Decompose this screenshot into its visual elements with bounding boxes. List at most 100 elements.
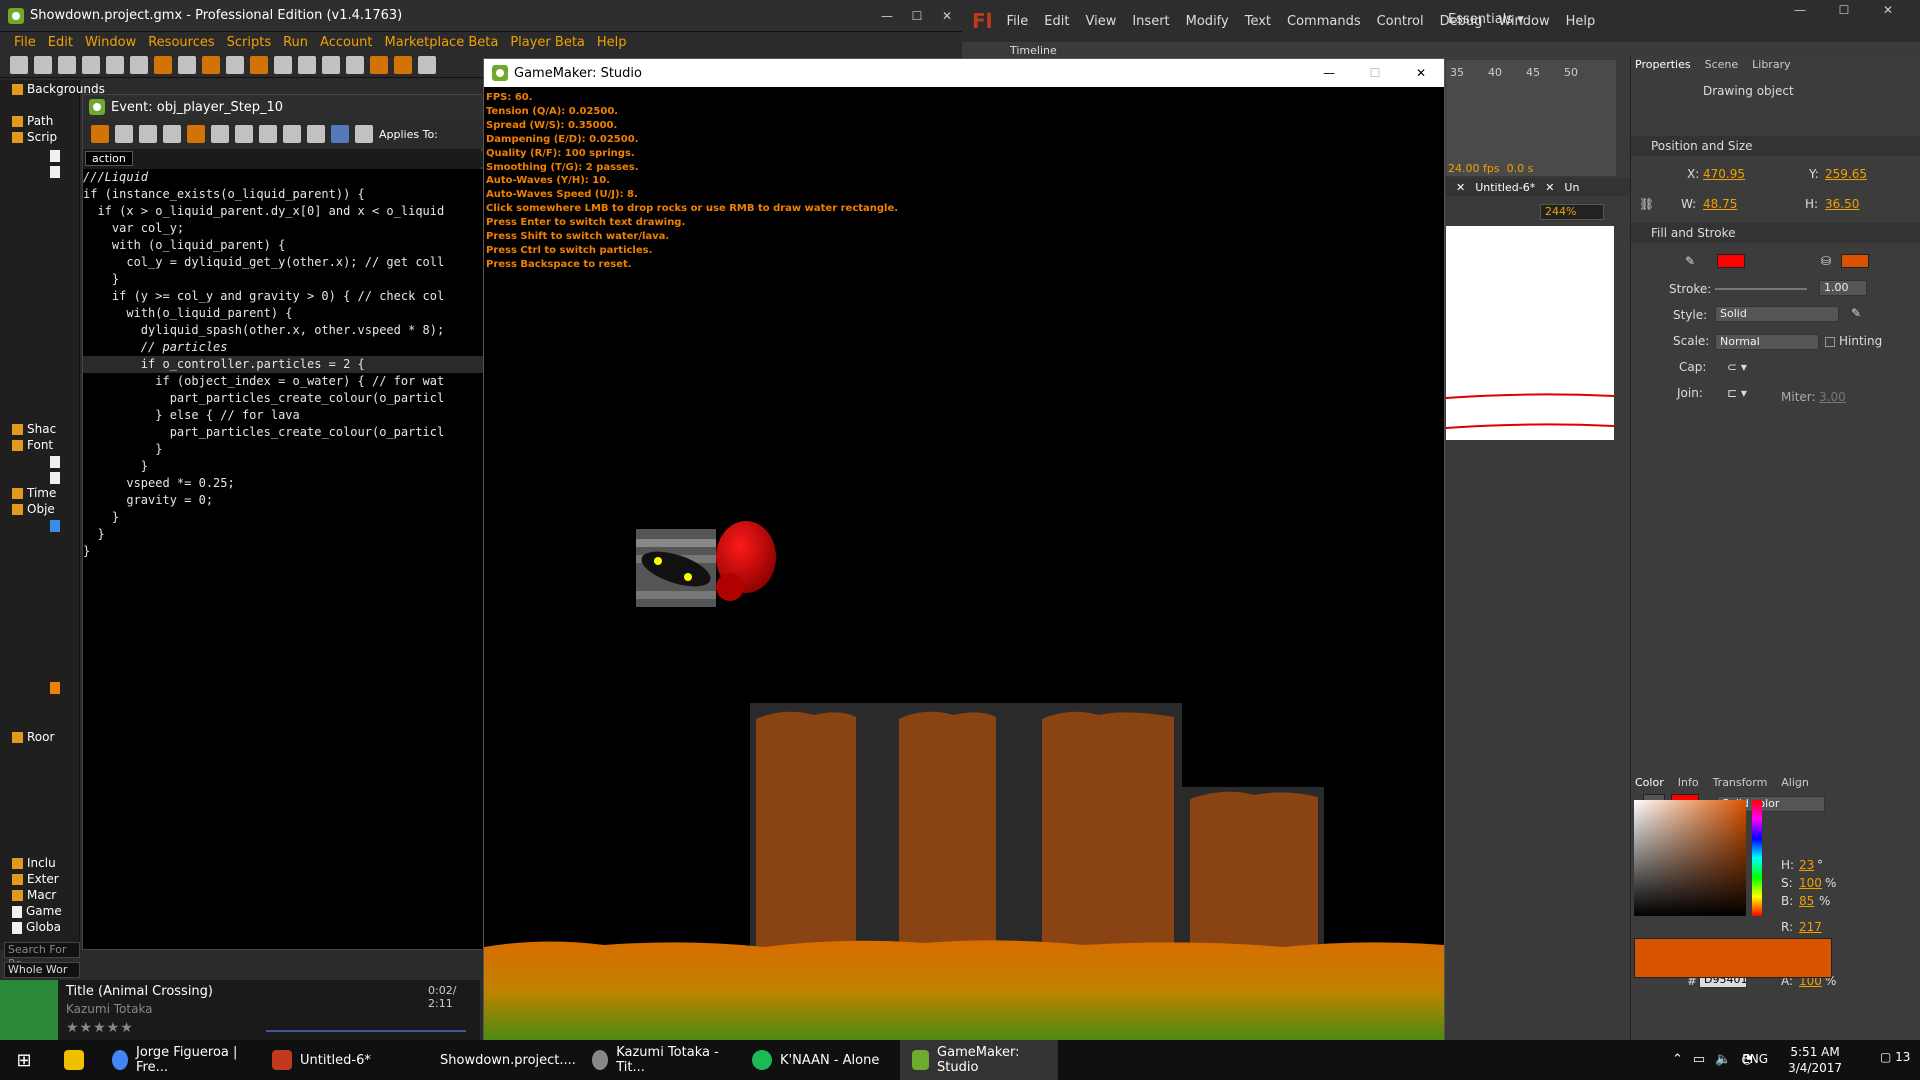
tree-item-selected[interactable] <box>50 518 64 532</box>
fl-menu-insert[interactable]: Insert <box>1132 14 1169 29</box>
flash-stage[interactable] <box>1446 226 1614 440</box>
debug-icon[interactable] <box>130 55 148 74</box>
close-icon[interactable]: ✕ <box>1398 59 1444 87</box>
fill-stroke-section[interactable]: Fill and Stroke <box>1631 223 1920 243</box>
run-icon[interactable] <box>106 55 124 74</box>
close-icon[interactable]: ✕ <box>1866 0 1910 20</box>
tree-objects[interactable]: Obje <box>12 502 55 516</box>
tab-action[interactable]: action <box>85 151 133 166</box>
menu-resources[interactable]: Resources <box>148 35 214 50</box>
tree-macros[interactable]: Macr <box>12 888 56 902</box>
tab-properties[interactable]: Properties <box>1635 58 1691 71</box>
clean-icon[interactable] <box>178 55 196 74</box>
x-value[interactable]: 470.95 <box>1703 167 1745 181</box>
clock[interactable]: 5:51 AM 3/4/2017 <box>1788 1044 1842 1076</box>
h-value[interactable]: 36.50 <box>1825 197 1859 211</box>
menu-edit[interactable]: Edit <box>48 35 73 50</box>
fl-menu-edit[interactable]: Edit <box>1044 14 1069 29</box>
close-icon[interactable]: ✕ <box>1456 181 1465 194</box>
print-icon[interactable] <box>163 125 181 143</box>
close-icon[interactable]: ✕ <box>1545 181 1554 194</box>
tab-color[interactable]: Color <box>1635 776 1664 789</box>
taskbar-item-gamemaker-project[interactable]: Showdown.project.... <box>420 1040 578 1080</box>
fl-menu-modify[interactable]: Modify <box>1186 14 1229 29</box>
copy-icon[interactable] <box>259 125 277 143</box>
track-progress-bar[interactable] <box>266 1030 466 1032</box>
cut-icon[interactable] <box>235 125 253 143</box>
taskbar-item-gamemaker-studio[interactable]: GameMaker: Studio <box>900 1040 1058 1080</box>
fl-menu-file[interactable]: File <box>1007 14 1029 29</box>
stroke-slider[interactable] <box>1715 288 1807 290</box>
menu-scripts[interactable]: Scripts <box>227 35 271 50</box>
menu-file[interactable]: File <box>14 35 36 50</box>
language-indicator[interactable]: ENG <box>1742 1052 1768 1066</box>
tree-global[interactable]: Globa <box>12 920 61 934</box>
tree-extensions[interactable]: Exter <box>12 872 59 886</box>
sat-value[interactable]: 100 <box>1799 876 1822 890</box>
sprite-icon[interactable] <box>202 55 220 74</box>
fl-menu-control[interactable]: Control <box>1377 14 1424 29</box>
open-icon[interactable] <box>115 125 133 143</box>
save-icon[interactable] <box>139 125 157 143</box>
fl-menu-commands[interactable]: Commands <box>1287 14 1361 29</box>
tree-item[interactable] <box>50 680 64 694</box>
redo-icon[interactable] <box>211 125 229 143</box>
hue-slider[interactable] <box>1752 800 1762 916</box>
minimize-icon[interactable]: — <box>872 0 902 32</box>
tab-library[interactable]: Library <box>1752 58 1790 71</box>
find-icon[interactable] <box>307 125 325 143</box>
action-center-button[interactable]: ▢ 13 <box>1880 1050 1910 1064</box>
color-picker-field[interactable] <box>1634 800 1746 916</box>
tree-fonts[interactable]: Font <box>12 438 53 452</box>
r-value[interactable]: 217 <box>1799 920 1822 934</box>
fill-color-swatch[interactable] <box>1841 254 1869 268</box>
file-explorer-button[interactable] <box>50 1040 98 1080</box>
taskbar-item-flash[interactable]: Untitled-6* <box>260 1040 418 1080</box>
maximize-icon[interactable]: ☐ <box>902 0 932 32</box>
tree-item[interactable] <box>50 454 64 468</box>
hue-value[interactable]: 23 <box>1799 858 1814 872</box>
stroke-input[interactable]: 1.00 <box>1819 280 1867 296</box>
tree-rooms[interactable]: Roor <box>12 730 54 744</box>
script-icon[interactable] <box>298 55 316 74</box>
tab-transform[interactable]: Transform <box>1713 776 1768 789</box>
minimize-icon[interactable]: — <box>1778 0 1822 20</box>
tree-item[interactable] <box>50 164 64 178</box>
tree-item[interactable] <box>50 470 64 484</box>
tree-scripts[interactable]: Scrip <box>12 130 57 144</box>
open-icon[interactable] <box>34 55 52 74</box>
font-icon[interactable] <box>346 55 364 74</box>
tab-info[interactable]: Info <box>1678 776 1699 789</box>
miter-value[interactable]: 3.00 <box>1819 390 1846 404</box>
chevron-up-icon[interactable]: ⌃ <box>1672 1052 1683 1067</box>
timeline-tab[interactable]: Timeline <box>1000 44 1067 58</box>
paste-icon[interactable] <box>283 125 301 143</box>
stop-icon[interactable] <box>154 55 172 74</box>
taskbar-item-music-player[interactable]: Kazumi Totaka - Tit... <box>580 1040 738 1080</box>
whole-word-checkbox[interactable]: Whole Wor <box>4 962 80 978</box>
position-size-section[interactable]: Position and Size <box>1631 136 1920 156</box>
tree-timelines[interactable]: Time <box>12 486 56 500</box>
join-select[interactable]: ⊏ ▾ <box>1727 386 1747 400</box>
menu-account[interactable]: Account <box>320 35 373 50</box>
object-icon[interactable] <box>394 55 412 74</box>
stroke-color-swatch[interactable] <box>1717 254 1745 268</box>
menu-marketplace[interactable]: Marketplace Beta <box>385 35 499 50</box>
tab-scene[interactable]: Scene <box>1705 58 1739 71</box>
tree-shaders[interactable]: Shac <box>12 422 56 436</box>
taskbar-item-spotify[interactable]: K'NAAN - Alone <box>740 1040 898 1080</box>
code-editor[interactable]: ///Liquid if (instance_exists(o_liquid_p… <box>83 169 483 949</box>
menu-help[interactable]: Help <box>597 35 627 50</box>
game-canvas[interactable]: FPS: 60. Tension (Q/A): 0.02500. Spread … <box>484 87 1444 1041</box>
scale-select[interactable]: Normal <box>1715 334 1819 350</box>
hinting-checkbox[interactable] <box>1825 337 1835 347</box>
maximize-icon[interactable]: ☐ <box>1822 0 1866 20</box>
doc-tab[interactable]: Untitled-6* <box>1475 181 1535 194</box>
cap-select[interactable]: ⊂ ▾ <box>1727 360 1747 374</box>
export-icon[interactable] <box>82 55 100 74</box>
rating-stars[interactable]: ★★★★★ <box>66 1020 134 1036</box>
battery-icon[interactable]: ▭ <box>1693 1052 1705 1067</box>
start-button[interactable]: ⊞ <box>0 1040 48 1080</box>
fl-menu-view[interactable]: View <box>1085 14 1116 29</box>
timeline-icon[interactable] <box>370 55 388 74</box>
